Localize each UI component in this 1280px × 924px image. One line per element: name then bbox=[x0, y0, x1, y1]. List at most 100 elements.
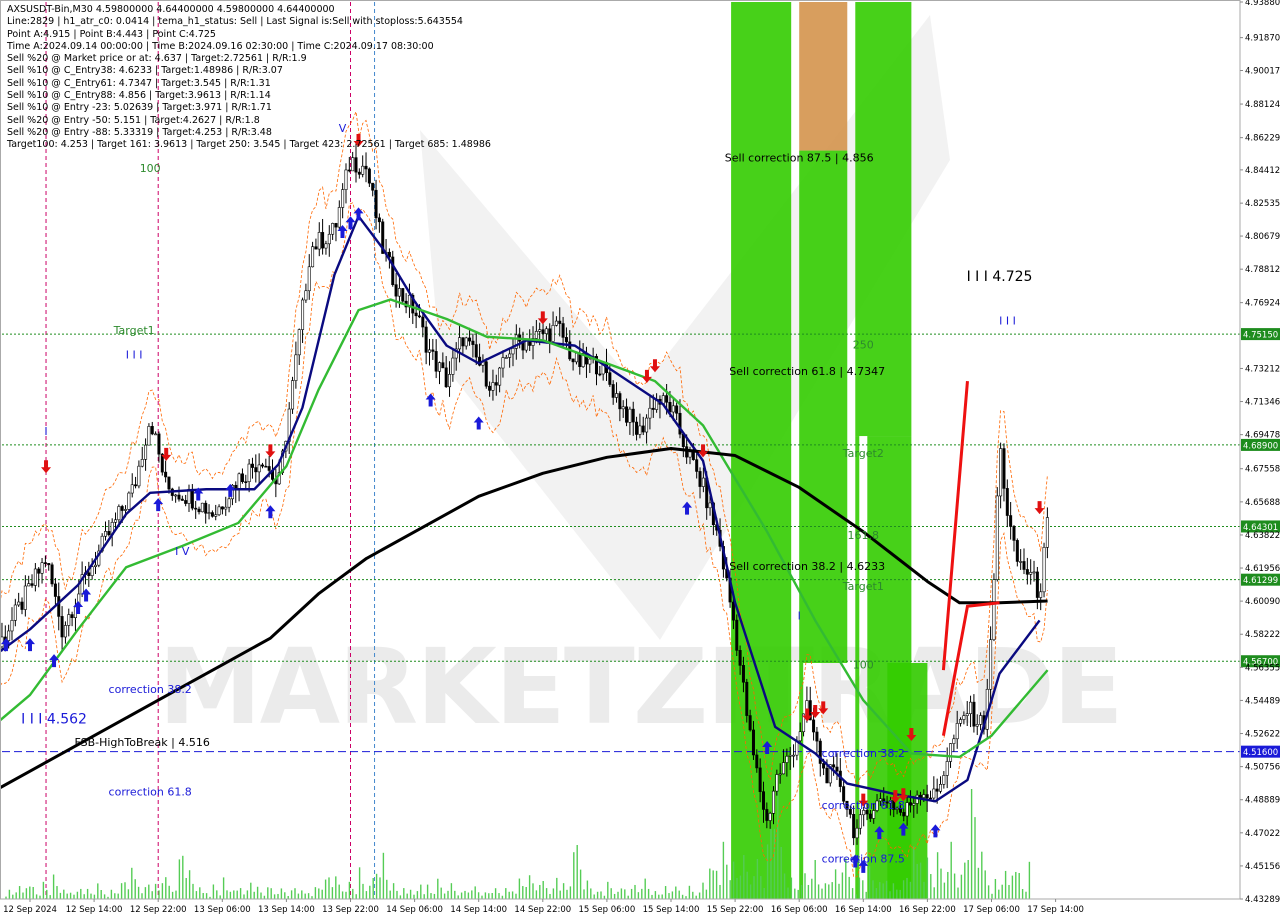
candle-body bbox=[471, 340, 475, 345]
candle-body bbox=[735, 619, 739, 651]
candle-body bbox=[538, 329, 542, 332]
candle-body bbox=[992, 579, 996, 641]
info-line: Target100: 4.253 | Target 161: 3.9613 | … bbox=[7, 139, 491, 151]
y-tick-label: 4.54489 bbox=[1245, 696, 1280, 706]
candle-body bbox=[444, 367, 448, 388]
y-tick-label: 4.82535 bbox=[1245, 199, 1280, 209]
candle-body bbox=[1012, 526, 1016, 541]
chart-annotation: correction 38.2 bbox=[822, 747, 905, 760]
candle-body bbox=[414, 312, 418, 317]
candle-body bbox=[301, 299, 305, 330]
sell-arrow-icon bbox=[41, 460, 52, 474]
candle-body bbox=[204, 502, 208, 514]
candle-body bbox=[20, 601, 24, 610]
candle-body bbox=[237, 473, 241, 491]
candle-body bbox=[461, 337, 465, 347]
y-tick-label: 4.67558 bbox=[1245, 465, 1280, 475]
candle-body bbox=[922, 794, 926, 798]
candle-body bbox=[441, 362, 445, 369]
candle-body bbox=[367, 168, 371, 184]
candle-body bbox=[635, 421, 639, 435]
candle-body bbox=[33, 568, 37, 586]
y-tick-label: 4.61956 bbox=[1245, 564, 1280, 574]
y-tick-label: 4.76924 bbox=[1245, 299, 1280, 309]
chart-annotation: 161.8 bbox=[848, 529, 880, 542]
candle-body bbox=[401, 288, 405, 302]
signal-zone bbox=[799, 663, 804, 899]
candle-body bbox=[554, 320, 558, 326]
candle-body bbox=[304, 290, 308, 301]
x-tick-label: 13 Sep 14:00 bbox=[258, 905, 315, 915]
candle-body bbox=[571, 358, 575, 363]
candle-body bbox=[534, 331, 538, 339]
candle-body bbox=[114, 519, 118, 523]
candle-body bbox=[541, 329, 545, 334]
candle-body bbox=[741, 665, 745, 683]
candle-body bbox=[902, 812, 906, 817]
candle-body bbox=[217, 506, 221, 516]
candle-body bbox=[474, 344, 478, 358]
buy-arrow-icon bbox=[473, 416, 484, 430]
candle-body bbox=[1039, 591, 1043, 598]
candle-body bbox=[638, 425, 642, 435]
candle-body bbox=[434, 351, 438, 372]
info-line: Sell %10 @ C_Entry88: 4.856 | Target:3.9… bbox=[7, 90, 271, 102]
candle-body bbox=[167, 476, 171, 490]
candle-body bbox=[7, 630, 11, 641]
candle-body bbox=[417, 315, 421, 318]
candle-body bbox=[628, 408, 632, 423]
candle-body bbox=[1019, 561, 1023, 563]
candle-body bbox=[357, 171, 361, 175]
candle-body bbox=[334, 223, 338, 228]
candle-body bbox=[371, 182, 375, 191]
y-tick-label: 4.80679 bbox=[1245, 232, 1280, 242]
candle-body bbox=[224, 506, 228, 510]
candle-body bbox=[60, 616, 64, 638]
x-tick-label: 15 Sep 22:00 bbox=[707, 905, 764, 915]
candle-body bbox=[244, 481, 248, 483]
candle-body bbox=[438, 362, 442, 372]
chart-annotation: I I I 4.562 bbox=[21, 711, 87, 727]
candle-body bbox=[127, 492, 131, 510]
y-tick-label: 4.65688 bbox=[1245, 498, 1280, 508]
candle-body bbox=[792, 754, 796, 757]
x-tick-label: 17 Sep 06:00 bbox=[963, 905, 1020, 915]
candle-body bbox=[494, 382, 498, 386]
candle-body bbox=[701, 477, 705, 487]
candle-body bbox=[1029, 572, 1033, 575]
candle-body bbox=[214, 514, 218, 517]
info-line: Sell %20 @ Market price or at: 4.637 | T… bbox=[7, 53, 307, 65]
candle-body bbox=[558, 320, 562, 324]
x-tick-label: 15 Sep 14:00 bbox=[643, 905, 700, 915]
candle-body bbox=[351, 157, 355, 172]
candle-body bbox=[23, 585, 27, 610]
candle-body bbox=[641, 425, 645, 433]
y-tick-label: 4.86229 bbox=[1245, 134, 1280, 144]
candle-body bbox=[247, 463, 251, 482]
chart-annotation: 100 bbox=[853, 659, 874, 672]
candle-body bbox=[648, 407, 652, 419]
candle-body bbox=[768, 813, 772, 821]
candle-body bbox=[772, 790, 776, 814]
candle-body bbox=[448, 374, 452, 388]
x-tick-label: 17 Sep 14:00 bbox=[1027, 905, 1084, 915]
candle-body bbox=[832, 764, 836, 768]
candle-body bbox=[908, 802, 912, 806]
info-line: Sell %20 @ Entry -88: 5.33319 | Target:4… bbox=[7, 126, 272, 138]
candle-body bbox=[311, 246, 315, 268]
candle-body bbox=[504, 357, 508, 359]
candle-body bbox=[751, 729, 755, 756]
chart-annotation: Target2 bbox=[842, 447, 884, 460]
candle-body bbox=[912, 803, 916, 806]
candle-body bbox=[995, 495, 999, 580]
x-tick-label: 12 Sep 14:00 bbox=[66, 905, 123, 915]
candle-body bbox=[291, 380, 295, 410]
candle-body bbox=[27, 583, 31, 587]
candle-body bbox=[294, 354, 298, 381]
candle-body bbox=[788, 754, 792, 757]
y-tick-label: 4.75150 bbox=[1243, 331, 1278, 341]
candle-body bbox=[1022, 561, 1026, 570]
candle-body bbox=[180, 498, 184, 501]
candle-body bbox=[755, 754, 759, 769]
candle-body bbox=[50, 564, 54, 585]
